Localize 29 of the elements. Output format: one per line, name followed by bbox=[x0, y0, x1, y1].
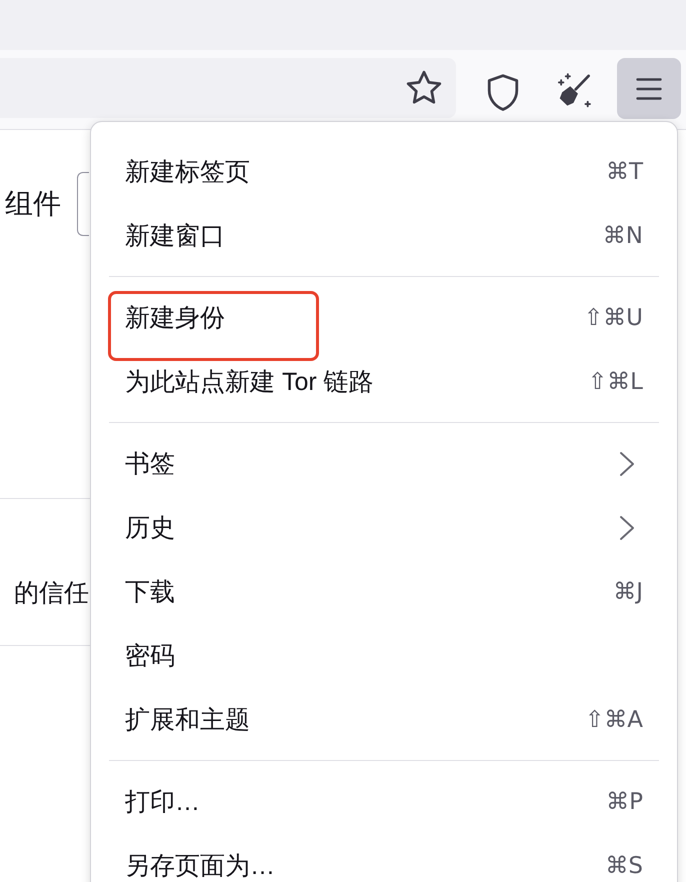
broom-sparkles-icon[interactable] bbox=[556, 73, 592, 109]
menu-item[interactable]: 密码 bbox=[91, 624, 677, 688]
input-field[interactable] bbox=[77, 172, 89, 236]
menu-item[interactable]: 扩展和主题 ⇧⌘A bbox=[91, 688, 677, 752]
chevron-right-icon bbox=[619, 451, 635, 477]
menu-item[interactable]: 新建窗口 ⌘N bbox=[91, 204, 677, 268]
keyboard-shortcut: ⌘S bbox=[605, 854, 643, 878]
setting-label: 组件 bbox=[4, 190, 61, 218]
menu-item[interactable]: 下载 ⌘J bbox=[91, 560, 677, 624]
menu-item[interactable]: 新建身份 ⇧⌘U bbox=[91, 286, 677, 350]
keyboard-shortcut: ⇧⌘L bbox=[588, 370, 643, 394]
menu-item[interactable]: 书签 bbox=[91, 432, 677, 496]
keyboard-shortcut: ⇧⌘U bbox=[584, 306, 643, 330]
keyboard-shortcut: ⌘J bbox=[613, 580, 643, 604]
shield-icon[interactable] bbox=[487, 74, 519, 111]
app-menu-button[interactable] bbox=[617, 58, 681, 119]
menu-item[interactable]: 历史 bbox=[91, 496, 677, 560]
menu-item[interactable]: 新建标签页 ⌘T bbox=[91, 140, 677, 204]
menu-icon bbox=[636, 76, 662, 100]
keyboard-shortcut: ⌘T bbox=[606, 160, 643, 184]
keyboard-shortcut: ⌘N bbox=[602, 224, 643, 248]
card-text: 的信任 bbox=[14, 581, 89, 606]
keyboard-shortcut: ⌘P bbox=[606, 790, 643, 814]
menu-item[interactable]: 另存页面为… ⌘S bbox=[91, 834, 677, 882]
chevron-right-icon bbox=[619, 515, 635, 541]
menu-item[interactable]: 打印… ⌘P bbox=[91, 770, 677, 834]
bookmark-star-icon[interactable] bbox=[406, 70, 442, 106]
keyboard-shortcut: ⇧⌘A bbox=[584, 708, 643, 732]
menu-item[interactable]: 为此站点新建 Tor 链路 ⇧⌘L bbox=[91, 350, 677, 414]
